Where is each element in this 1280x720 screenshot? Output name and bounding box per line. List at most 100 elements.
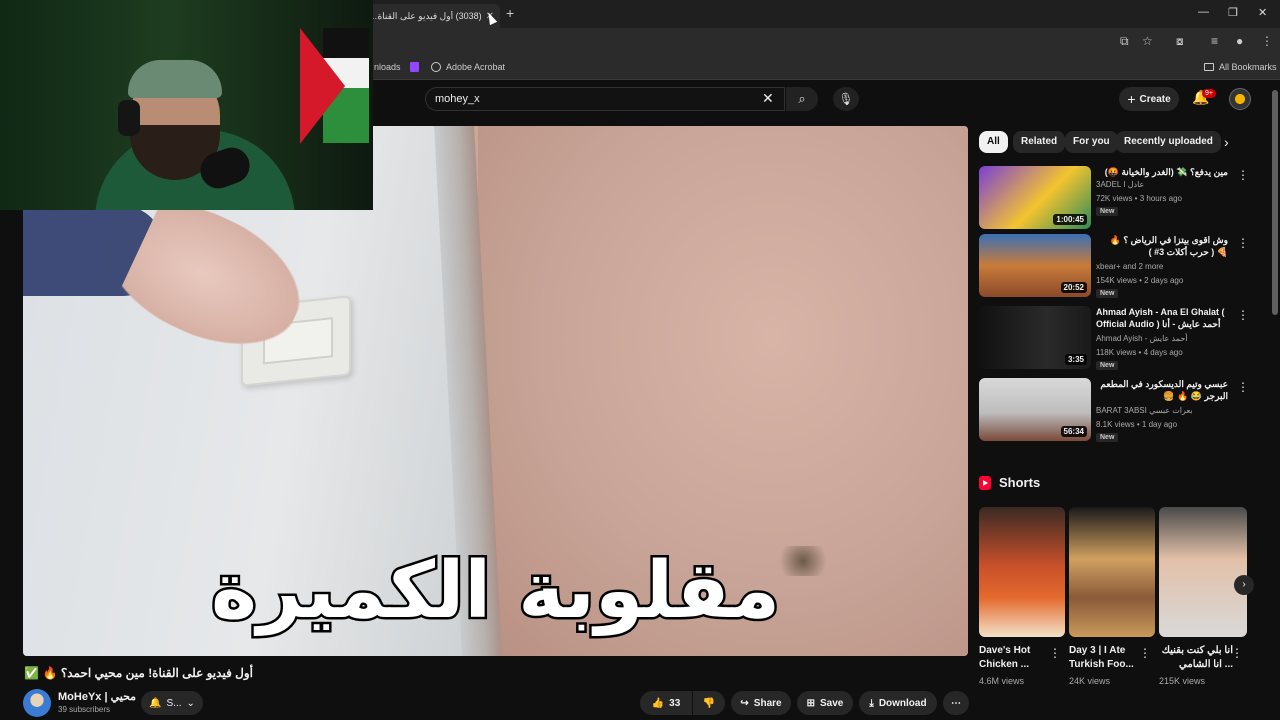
- plus-icon: +: [1127, 91, 1136, 107]
- create-button[interactable]: + Create: [1119, 87, 1179, 111]
- chip-all[interactable]: All: [979, 131, 1008, 153]
- subscribe-label: S...: [166, 697, 182, 709]
- related-video-title[interactable]: مين يدفع؟ 💸 (الغدر والخيانة 🤬): [1096, 166, 1228, 178]
- clear-search-icon[interactable]: ✕: [762, 90, 774, 107]
- search-input[interactable]: mohey_x: [425, 87, 785, 111]
- more-vertical-icon[interactable]: ⋮: [1237, 308, 1249, 322]
- account-avatar[interactable]: [1229, 88, 1251, 110]
- download-button[interactable]: ⤓ Download: [859, 691, 937, 715]
- mic-icon: 🎙: [838, 92, 854, 106]
- webcam-overlay: [0, 0, 373, 210]
- related-video-channel[interactable]: BARAT 3ABSI بعرات عبسي: [1096, 406, 1193, 415]
- subscriber-count: 39 subscribers: [58, 705, 111, 714]
- close-window-button[interactable]: ✕: [1258, 6, 1267, 19]
- page-scrollbar[interactable]: [1272, 90, 1278, 315]
- new-badge: New: [1096, 289, 1119, 298]
- all-bookmarks-label: All Bookmarks: [1219, 62, 1277, 72]
- video-duration: 20:52: [1060, 282, 1087, 293]
- bookmark-icon: ⊞: [806, 697, 816, 709]
- video-duration: 3:35: [1064, 354, 1087, 365]
- more-vertical-icon[interactable]: ⋮: [1237, 168, 1249, 182]
- video-title: أول فيديو على القناة! مين محيي احمد؟ 🔥 ✅: [24, 666, 253, 680]
- short-views: 215K views: [1159, 676, 1206, 686]
- new-badge: New: [1096, 207, 1119, 216]
- search-button[interactable]: ⌕: [786, 87, 818, 111]
- short-thumbnail[interactable]: [1069, 507, 1155, 637]
- related-video-channel[interactable]: 3ADEL I عادل: [1096, 180, 1144, 189]
- bookmark-adobe-acrobat[interactable]: Adobe Acrobat: [431, 62, 505, 72]
- related-video-title[interactable]: Ahmad Ayish - Ana El Ghalat ( Official A…: [1096, 306, 1228, 332]
- share-button[interactable]: ↪ Share: [731, 691, 791, 715]
- profile-icon[interactable]: ●: [1236, 34, 1243, 48]
- chevron-down-icon: ⌄: [186, 697, 195, 709]
- related-video-channel[interactable]: Ahmad Ayish - أحمد عايش: [1096, 334, 1188, 343]
- related-video-title[interactable]: وش اقوى بيتزا في الرياض ؟ 🔥 🍕 ( حرب أكلا…: [1096, 234, 1228, 258]
- related-video-item[interactable]: 1:00:45 مين يدفع؟ 💸 (الغدر والخيانة 🤬) 3…: [979, 166, 1249, 232]
- video-thumbnail[interactable]: 3:35: [979, 306, 1091, 369]
- share-icon: ↪: [740, 697, 749, 709]
- more-vertical-icon[interactable]: ⋮: [1231, 646, 1243, 660]
- video-thumbnail[interactable]: 56:34: [979, 378, 1091, 441]
- more-horizontal-icon: ⋯: [951, 697, 961, 709]
- channel-avatar[interactable]: [23, 689, 51, 717]
- video-caption: مقلوبة الكميرة: [208, 544, 780, 639]
- related-video-item[interactable]: 20:52 وش اقوى بيتزا في الرياض ؟ 🔥 🍕 ( حر…: [979, 234, 1249, 300]
- short-thumbnail[interactable]: [979, 507, 1065, 637]
- new-badge: New: [1096, 433, 1119, 442]
- more-vertical-icon[interactable]: ⋮: [1237, 380, 1249, 394]
- related-video-channel[interactable]: xbear+ and 2 more: [1096, 262, 1163, 271]
- notification-count-badge: 9+: [1202, 89, 1216, 98]
- bookmark-star-icon[interactable]: ☆: [1142, 34, 1153, 48]
- dislike-button[interactable]: 👎: [693, 691, 725, 715]
- related-video-meta: 8.1K views • 1 day ago: [1096, 420, 1178, 429]
- bookmark-label: Adobe Acrobat: [446, 62, 506, 72]
- download-icon: ⤓: [869, 697, 874, 709]
- more-vertical-icon[interactable]: ⋮: [1049, 646, 1061, 660]
- related-video-title[interactable]: عبسي وتيم الديسكورد في المطعم البرجر 😂 🔥…: [1096, 378, 1228, 402]
- bookmark-downloads[interactable]: nloads: [374, 62, 401, 72]
- new-badge: New: [1096, 361, 1119, 370]
- voice-search-button[interactable]: 🎙: [833, 87, 859, 111]
- folder-icon: [1204, 63, 1214, 71]
- chip-related[interactable]: Related: [1013, 131, 1066, 153]
- chip-recently-uploaded[interactable]: Recently uploaded: [1116, 131, 1221, 153]
- more-actions-button[interactable]: ⋯: [943, 691, 969, 715]
- browser-tab[interactable]: (3038) أول فيديو على القناة! مين ✕: [360, 4, 500, 28]
- related-video-item[interactable]: 56:34 عبسي وتيم الديسكورد في المطعم البر…: [979, 378, 1249, 444]
- related-video-meta: 72K views • 3 hours ago: [1096, 194, 1182, 203]
- subscribed-button[interactable]: 🔔 S... ⌄: [141, 691, 203, 715]
- thumbs-down-icon: 👎: [702, 697, 716, 709]
- video-thumbnail[interactable]: 1:00:45: [979, 166, 1091, 229]
- like-button[interactable]: 👍 33: [640, 691, 692, 715]
- bookmark-twitch[interactable]: [410, 62, 419, 72]
- short-views: 4.6M views: [979, 676, 1025, 686]
- all-bookmarks[interactable]: All Bookmarks: [1204, 62, 1277, 72]
- search-icon: ⌕: [798, 91, 806, 106]
- short-thumbnail[interactable]: [1159, 507, 1247, 637]
- short-title[interactable]: Dave's Hot Chicken ...: [979, 644, 1053, 672]
- shorts-icon: [979, 475, 991, 490]
- extensions-icon[interactable]: ⧇: [1176, 34, 1184, 49]
- short-title[interactable]: انا بلي كنت بقنيك ... انا الشامي: [1159, 644, 1233, 672]
- cast-icon[interactable]: ⧉: [1120, 34, 1129, 49]
- more-vertical-icon[interactable]: ⋮: [1237, 236, 1249, 250]
- video-thumbnail[interactable]: 20:52: [979, 234, 1091, 297]
- short-title[interactable]: Day 3 | I Ate Turkish Foo...: [1069, 644, 1143, 672]
- short-views: 24K views: [1069, 676, 1111, 686]
- menu-icon[interactable]: ⋮: [1261, 34, 1273, 48]
- minimize-button[interactable]: —: [1198, 6, 1209, 18]
- video-duration: 56:34: [1060, 426, 1087, 437]
- new-tab-button[interactable]: +: [506, 5, 514, 21]
- maximize-button[interactable]: ❐: [1228, 6, 1238, 19]
- chevron-right-icon: ›: [1242, 579, 1246, 590]
- channel-name[interactable]: MoHeYx | محيي: [58, 690, 136, 703]
- video-duration: 1:00:45: [1053, 214, 1087, 225]
- related-video-item[interactable]: 3:35 Ahmad Ayish - Ana El Ghalat ( Offic…: [979, 306, 1249, 372]
- more-vertical-icon[interactable]: ⋮: [1139, 646, 1151, 660]
- save-button[interactable]: ⊞ Save: [797, 691, 853, 715]
- shorts-next-button[interactable]: ›: [1234, 575, 1254, 595]
- save-label: Save: [820, 697, 844, 709]
- media-control-icon[interactable]: ≡: [1211, 34, 1218, 48]
- chevron-right-icon[interactable]: ›: [1224, 134, 1229, 150]
- chip-for-you[interactable]: For you: [1065, 131, 1118, 153]
